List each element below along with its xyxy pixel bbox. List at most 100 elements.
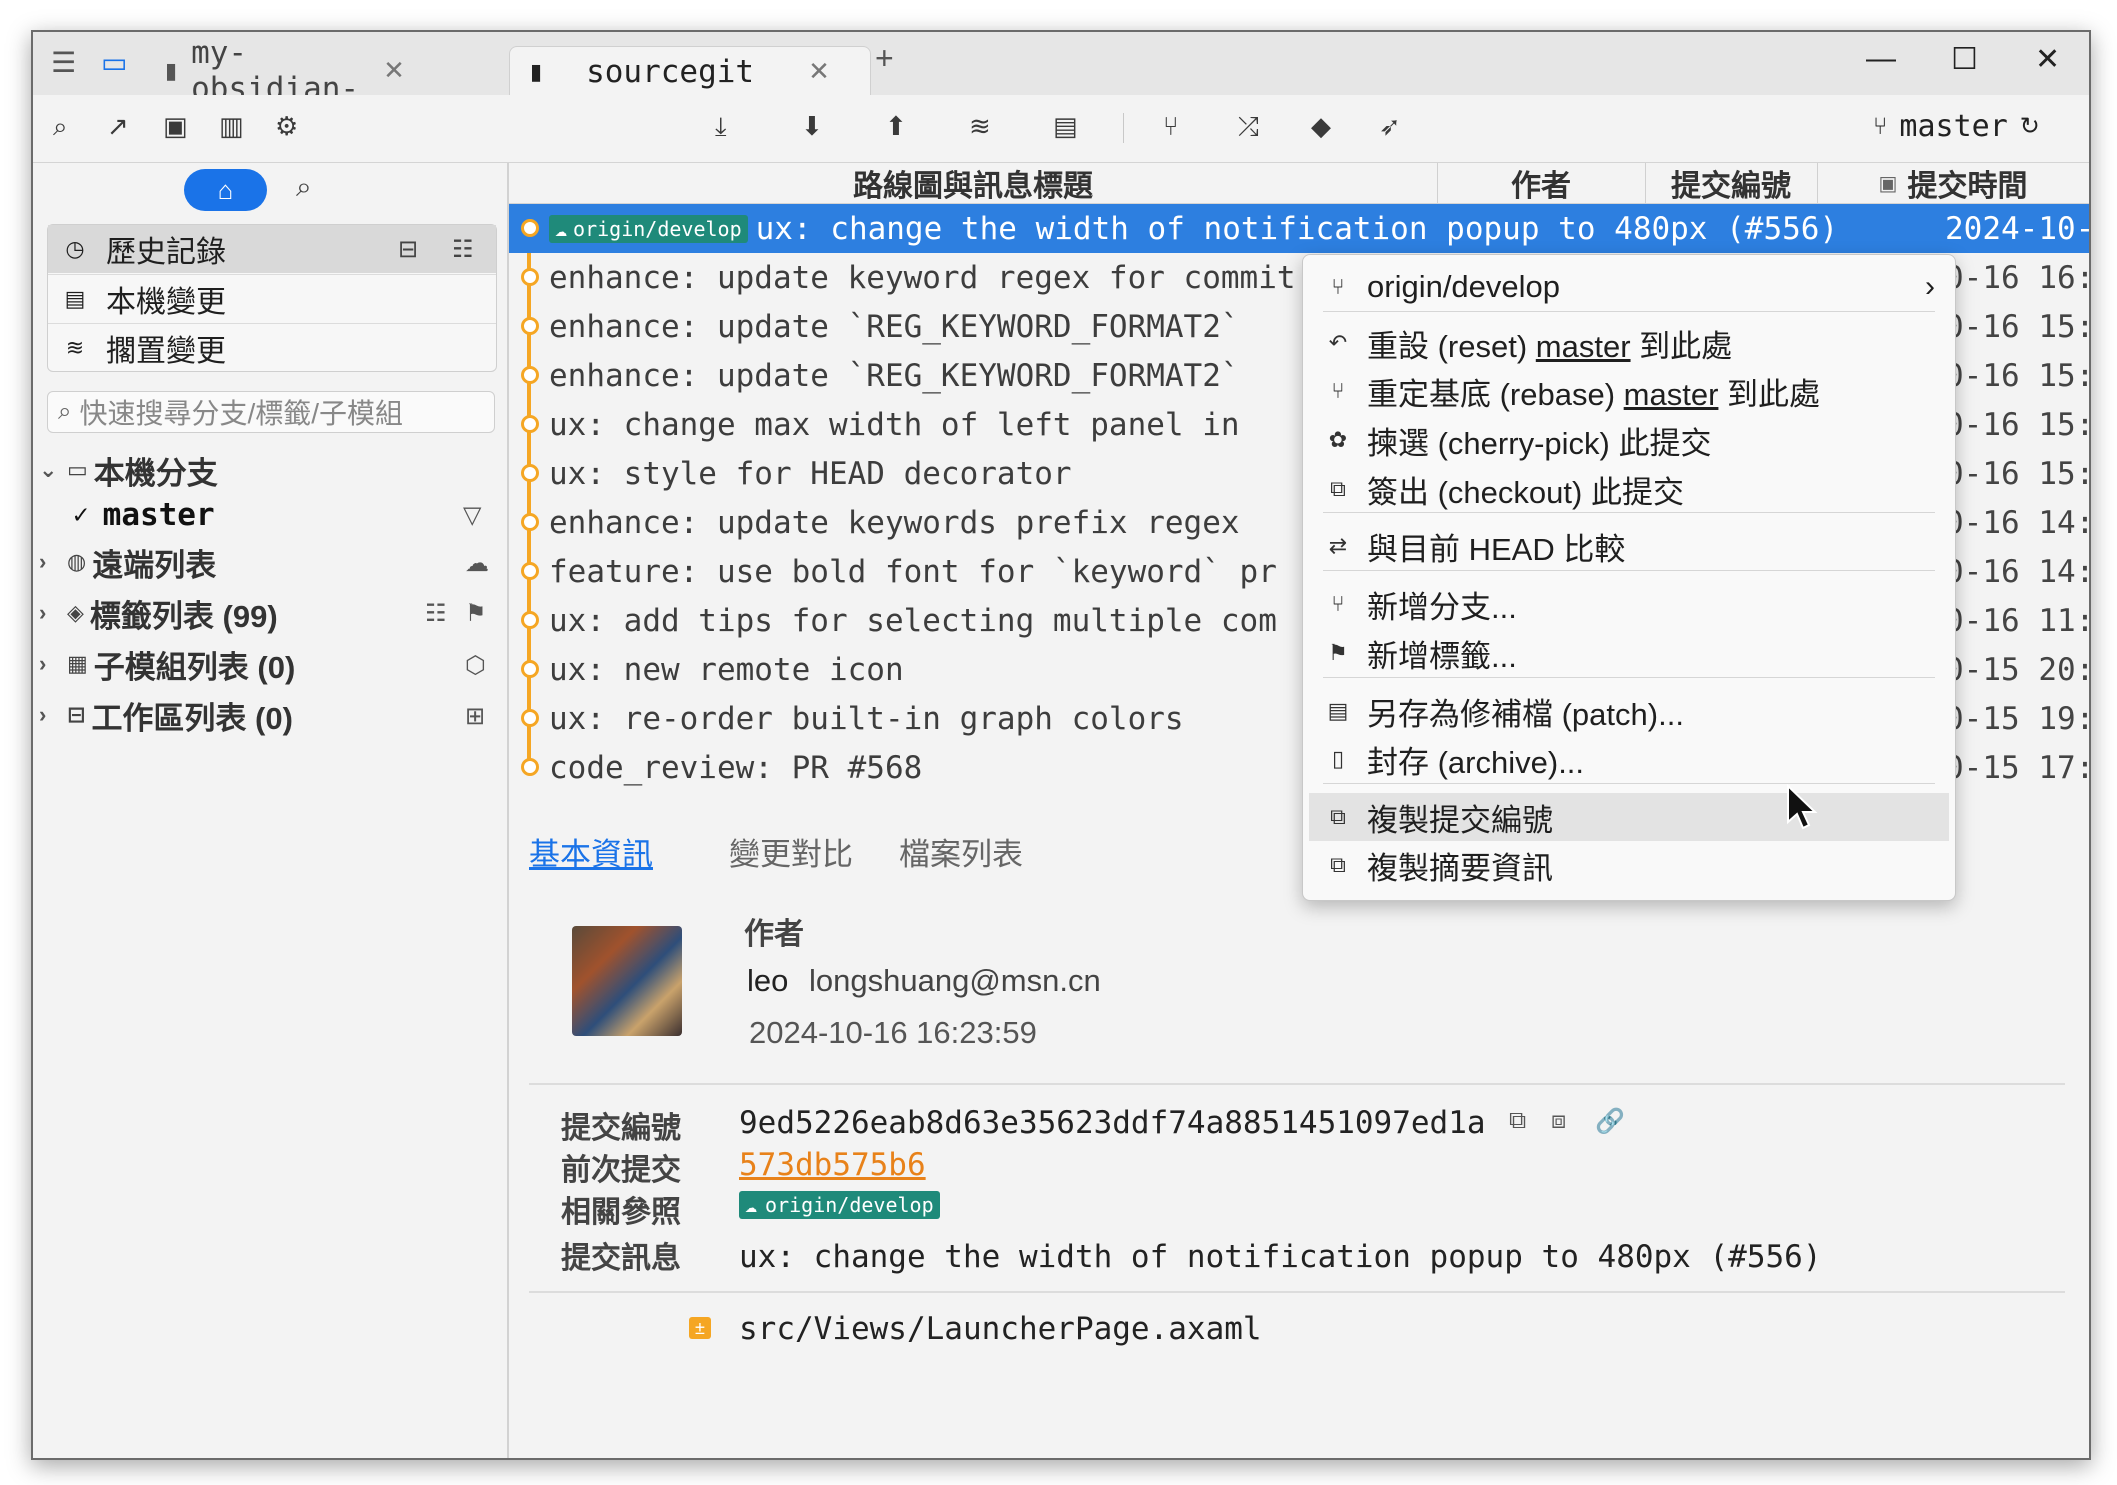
options-icon[interactable]: ☷ <box>452 235 474 264</box>
context-menu-item[interactable]: ▤ 另存為修補檔 (patch)... <box>1309 687 1949 735</box>
ref-badge: ☁ origin/develop <box>739 1191 940 1219</box>
add-worktree-icon[interactable]: ⊞ <box>465 702 485 731</box>
column-graph[interactable]: 路線圖與訊息標題 <box>509 163 1438 203</box>
push-icon[interactable]: ⬆ <box>885 111 907 142</box>
tab-sourcegit[interactable]: ▮ sourcegit ✕ <box>509 46 871 96</box>
context-menu-item[interactable]: ✿ 揀選 (cherry-pick) 此提交 <box>1309 416 1949 464</box>
tab-files[interactable]: 檔案列表 <box>899 829 1023 874</box>
tree-worktrees[interactable]: › ⊟ 工作區列表 (0) <box>39 693 293 737</box>
chevron-down-icon: ⌄ <box>39 457 58 482</box>
commit-list-header: 路線圖與訊息標題 作者 提交編號 ▣ 提交時間 <box>509 163 2089 204</box>
context-menu-item[interactable]: ⚑ 新增標籤... <box>1309 629 1949 677</box>
close-icon[interactable]: ✕ <box>383 55 405 86</box>
tree-branch-master[interactable]: ✓ master <box>73 493 215 537</box>
rebase-icon: ⑂ <box>1331 378 1345 403</box>
home-button[interactable]: ⌂ <box>184 169 267 211</box>
home-icon: ⌂ <box>217 174 234 205</box>
column-time[interactable]: ▣ 提交時間 <box>1817 163 2089 203</box>
repo-icon: ▮ <box>530 58 543 84</box>
merge-icon[interactable]: ⤮ <box>1238 111 1259 143</box>
commit-subject: ux: change the width of notification pop… <box>755 210 1839 247</box>
context-menu-item[interactable]: ▯ 封存 (archive)... <box>1309 735 1949 783</box>
context-menu-item-label: 重定基底 (rebase) master 到此處 <box>1367 376 1821 412</box>
commit-graph-node <box>521 415 539 433</box>
add-submodule-icon[interactable]: ⬡ <box>465 651 486 680</box>
chevron-right-icon: › <box>39 702 47 727</box>
copy-icon[interactable]: ⧉ <box>1509 1107 1526 1135</box>
context-menu-item-label: 封存 (archive)... <box>1367 744 1585 780</box>
context-menu-item[interactable]: ↶ 重設 (reset) master 到此處 <box>1309 319 1949 367</box>
close-window-button[interactable]: ✕ <box>2035 42 2060 77</box>
globe-icon: ◍ <box>67 549 87 574</box>
author-label: 作者 <box>744 918 804 951</box>
open-external-icon[interactable]: ↗ <box>107 111 129 142</box>
context-menu-item[interactable]: ⑂ origin/develop › <box>1309 263 1949 311</box>
minimize-button[interactable]: — <box>1866 42 1896 76</box>
changed-file[interactable]: src/Views/LauncherPage.axaml <box>739 1311 1262 1347</box>
patch-icon: ▤ <box>1327 698 1349 723</box>
column-sha[interactable]: 提交編號 <box>1645 163 1818 203</box>
sha-label: 提交編號 <box>561 1112 681 1145</box>
filter-icon[interactable]: ▽ <box>463 501 481 530</box>
branch-filter-input[interactable]: ⌕ 快速搜尋分支/標籤/子模組 <box>47 391 495 433</box>
checkout-icon: ⧉ <box>1330 476 1346 501</box>
fetch-icon[interactable]: ⤓ <box>715 111 727 143</box>
commit-time: 0-15 19:4 <box>1945 700 2089 737</box>
lfs-icon[interactable]: ➶ <box>1379 111 1401 142</box>
tree-submodules[interactable]: › ▦ 子模組列表 (0) <box>39 642 295 686</box>
tab-changes[interactable]: 變更對比 <box>729 829 853 874</box>
tree-tags[interactable]: › ◈ 標籤列表 (99) <box>39 591 278 635</box>
navigate-icon[interactable]: ⧈ <box>1551 1107 1566 1135</box>
gitflow-icon[interactable]: ◆ <box>1311 111 1331 142</box>
context-menu-item[interactable]: ⧉ 簽出 (checkout) 此提交 <box>1309 465 1949 513</box>
tree-branch-master-label: master <box>102 497 215 533</box>
context-menu-item[interactable]: ⧉ 複製摘要資訊 <box>1309 841 1949 889</box>
nav-history[interactable]: ◷ 歷史記錄 ⊟ ☷ <box>48 225 496 273</box>
gear-icon[interactable]: ⚙ <box>275 111 298 142</box>
tab-label: sourcegit <box>586 53 755 90</box>
column-author[interactable]: 作者 <box>1437 163 1646 203</box>
workspace-icon[interactable]: ▭ <box>101 46 127 79</box>
tab-my-obsidian[interactable]: ▮ my-obsidian- ✕ <box>165 35 405 107</box>
terminal-icon[interactable]: ▣ <box>163 111 188 142</box>
tag-list-mode-icon[interactable]: ☷ <box>425 599 447 628</box>
add-tag-icon[interactable]: ⚑ <box>465 599 487 628</box>
stash-icon[interactable]: ≋ <box>969 111 991 142</box>
maximize-button[interactable]: ☐ <box>1951 42 1978 77</box>
new-tab-button[interactable]: + <box>875 40 894 77</box>
parent-link[interactable]: 573db575b6 <box>739 1147 926 1183</box>
tree-local-branches[interactable]: ⌄ ▭ 本機分支 <box>39 448 218 492</box>
current-branch-label: master <box>1899 109 2008 144</box>
commit-row[interactable]: ☁ origin/develop ux: change the width of n… <box>509 204 2089 253</box>
commit-message: ux: change the width of notification pop… <box>739 1239 1822 1275</box>
parent-label: 前次提交 <box>561 1154 681 1187</box>
context-menu-item[interactable]: ⇄ 與目前 HEAD 比較 <box>1309 522 1949 570</box>
pull-icon[interactable]: ⬇ <box>801 111 823 142</box>
context-menu-item[interactable]: ⑂ 新增分支... <box>1309 580 1949 628</box>
context-menu-item[interactable]: ⑂ 重定基底 (rebase) master 到此處 <box>1309 367 1949 415</box>
branch-icon[interactable]: ⑂ <box>1163 111 1179 142</box>
tree-remotes[interactable]: › ◍ 遠端列表 <box>39 540 216 584</box>
link-icon[interactable]: 🔗 <box>1595 1107 1625 1136</box>
statistics-icon[interactable]: ▥ <box>219 111 244 142</box>
open-folder-icon[interactable]: ⌕ <box>53 111 68 143</box>
chevron-right-icon: › <box>39 549 47 574</box>
tree-remotes-label: 遠端列表 <box>92 547 217 583</box>
commit-message: enhance: update `REG_KEYWORD_FORMAT2` <box>549 309 1240 345</box>
current-branch-indicator[interactable]: ⑂ master ↻ <box>1873 109 2040 144</box>
menu-icon[interactable]: ☰ <box>51 46 76 79</box>
close-icon[interactable]: ✕ <box>808 56 830 87</box>
apply-patch-icon[interactable]: ▤ <box>1053 111 1078 142</box>
modified-icon: ± <box>689 1317 711 1339</box>
tab-basic-info[interactable]: 基本資訊 <box>529 829 653 874</box>
nav-stashes[interactable]: ≋ 擱置變更 <box>48 323 496 372</box>
commit-message: ux: re-order built-in graph colors <box>549 701 1184 737</box>
layout-icon[interactable]: ⊟ <box>398 235 418 264</box>
branch-name: master <box>1535 328 1631 364</box>
nav-local-changes[interactable]: ▤ 本機變更 <box>48 274 496 323</box>
commit-message: ux: style for HEAD decorator <box>549 456 1072 492</box>
author-email[interactable]: longshuang@msn.cn <box>809 963 1101 999</box>
context-menu-item[interactable]: ⧉ 複製提交編號 <box>1309 793 1949 841</box>
search-icon[interactable]: ⌕ <box>296 171 312 204</box>
add-remote-icon[interactable]: ☁ <box>465 549 489 578</box>
